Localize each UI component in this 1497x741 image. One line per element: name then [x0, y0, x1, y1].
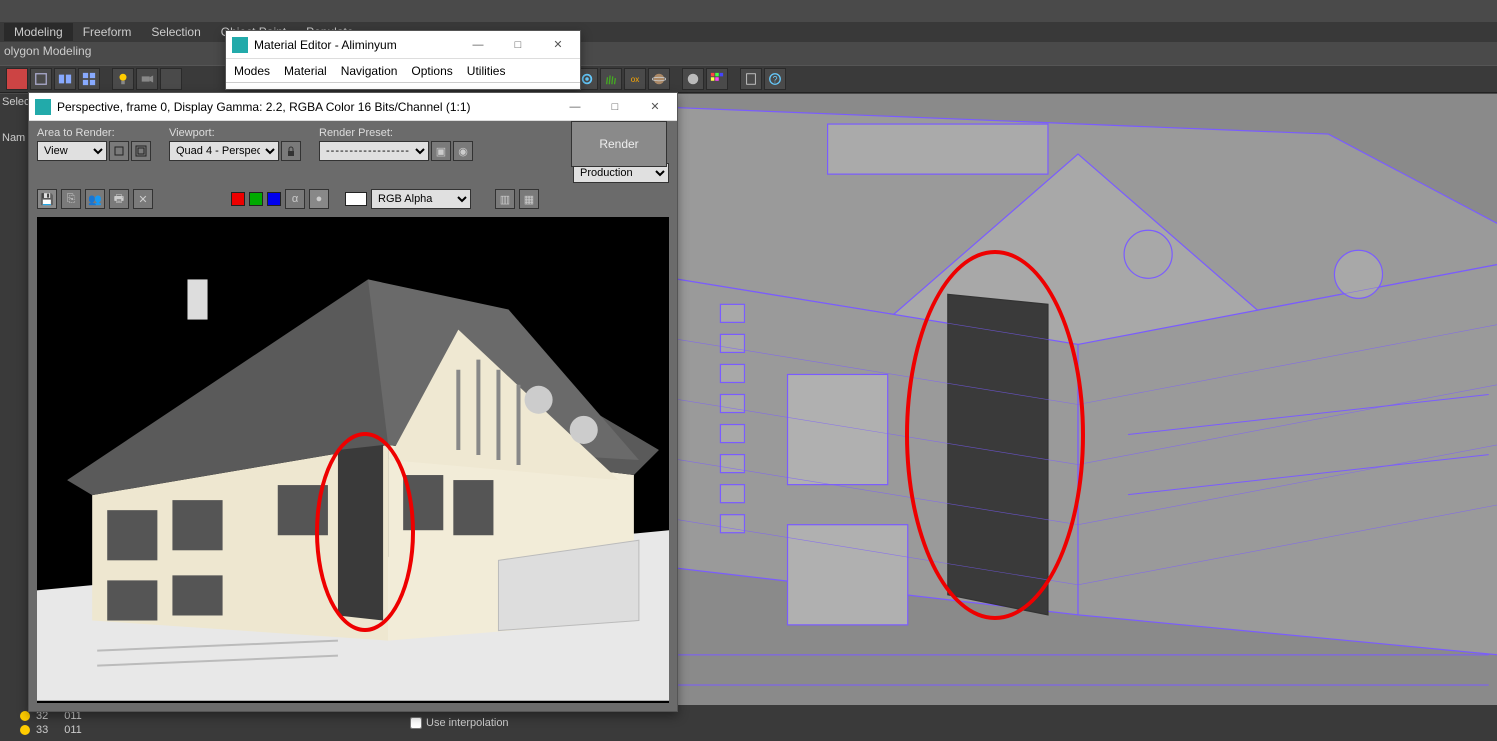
material-editor-titlebar[interactable]: Material Editor - Aliminyum — □ ✕ — [226, 31, 580, 59]
select-label: Select — [0, 94, 28, 110]
print-icon[interactable]: 🖶 — [109, 189, 129, 209]
app-icon — [35, 99, 51, 115]
swatch-bg[interactable] — [345, 192, 367, 206]
alpha-icon[interactable]: α — [285, 189, 305, 209]
render-canvas[interactable] — [37, 217, 669, 703]
copy-icon[interactable]: ⎘ — [61, 189, 81, 209]
preset-btn-1[interactable]: ▣ — [431, 141, 451, 161]
area-select[interactable]: View — [37, 141, 107, 161]
delete-icon[interactable]: ✕ — [133, 189, 153, 209]
menu-modes[interactable]: Modes — [234, 64, 270, 78]
area-label: Area to Render: — [37, 127, 151, 139]
tab-freeform[interactable]: Freeform — [73, 23, 142, 41]
render-icons-row: 💾 ⎘ 👥 🖶 ✕ α ● RGB Alpha ▥ ▦ — [29, 185, 677, 213]
save-image-icon[interactable]: 💾 — [37, 189, 57, 209]
render-frame-window[interactable]: Perspective, frame 0, Display Gamma: 2.2… — [28, 92, 678, 712]
close-button[interactable]: ✕ — [635, 94, 675, 120]
lock-icon[interactable] — [281, 141, 301, 161]
use-interpolation-checkbox[interactable] — [410, 717, 422, 729]
minimize-button[interactable]: — — [555, 94, 595, 120]
viewport-select[interactable]: Quad 4 - Perspec — [169, 141, 279, 161]
mono-icon[interactable]: ● — [309, 189, 329, 209]
render-button[interactable]: Render — [571, 121, 667, 167]
render-options-row: Area to Render: View Viewport: Quad 4 - … — [29, 121, 677, 163]
menu-utilities[interactable]: Utilities — [467, 64, 506, 78]
area-btn-1[interactable] — [109, 141, 129, 161]
overlay-icon-2[interactable]: ▦ — [519, 189, 539, 209]
left-command-panel: Select Nam — [0, 94, 28, 741]
menu-options[interactable]: Options — [411, 64, 452, 78]
toolbar-icon-4[interactable] — [78, 68, 100, 90]
preset-select[interactable]: --------------------------- — [319, 141, 429, 161]
preset-btn-2[interactable]: ◉ — [453, 141, 473, 161]
use-interpolation-group: Use interpolation — [410, 717, 509, 729]
channel-select[interactable]: RGB Alpha — [371, 189, 471, 209]
swatch-green[interactable] — [249, 192, 263, 206]
app-icon — [232, 37, 248, 53]
preset-label: Render Preset: — [319, 127, 473, 139]
name-label: Nam — [0, 130, 28, 146]
render-frame-title: Perspective, frame 0, Display Gamma: 2.2… — [57, 100, 555, 114]
light-icon[interactable] — [112, 68, 134, 90]
viewport-label: Viewport: — [169, 127, 301, 139]
key-indicator-icon — [20, 711, 30, 721]
swatch-red[interactable] — [231, 192, 245, 206]
area-btn-2[interactable] — [131, 141, 151, 161]
maximize-button[interactable]: □ — [498, 32, 538, 58]
close-button[interactable]: ✕ — [538, 32, 578, 58]
minimize-button[interactable]: — — [458, 32, 498, 58]
overlay-icon-1[interactable]: ▥ — [495, 189, 515, 209]
material-editor-window[interactable]: Material Editor - Aliminyum — □ ✕ Modes … — [225, 30, 581, 90]
menu-navigation[interactable]: Navigation — [341, 64, 398, 78]
material-browser-icon[interactable] — [706, 68, 728, 90]
clipboard-icon[interactable] — [740, 68, 762, 90]
help-icon[interactable]: ? — [764, 68, 786, 90]
toolbar-icon-1[interactable] — [6, 68, 28, 90]
ox-icon[interactable]: ox — [624, 68, 646, 90]
render-frame-titlebar[interactable]: Perspective, frame 0, Display Gamma: 2.2… — [29, 93, 677, 121]
toolbar-icon-2[interactable] — [30, 68, 52, 90]
key-num-2a: 33 — [36, 724, 48, 736]
clone-icon[interactable]: 👥 — [85, 189, 105, 209]
tab-modeling[interactable]: Modeling — [4, 23, 73, 41]
use-interpolation-label: Use interpolation — [426, 717, 509, 729]
camera-icon[interactable] — [136, 68, 158, 90]
material-editor-title: Material Editor - Aliminyum — [254, 38, 458, 52]
sphere-icon[interactable] — [682, 68, 704, 90]
toolbar-icon-3[interactable] — [54, 68, 76, 90]
planet-icon[interactable] — [648, 68, 670, 90]
tab-selection[interactable]: Selection — [141, 23, 210, 41]
swatch-blue[interactable] — [267, 192, 281, 206]
material-editor-menubar: Modes Material Navigation Options Utilit… — [226, 59, 580, 83]
svg-text:?: ? — [773, 75, 778, 85]
key-indicator-icon — [20, 725, 30, 735]
menu-material[interactable]: Material — [284, 64, 327, 78]
key-num-2b: 011 — [64, 724, 82, 736]
maximize-button[interactable]: □ — [595, 94, 635, 120]
ribbon-section-label: olygon Modeling — [4, 44, 91, 58]
grass-icon[interactable] — [600, 68, 622, 90]
toolbar-icon-7[interactable] — [160, 68, 182, 90]
